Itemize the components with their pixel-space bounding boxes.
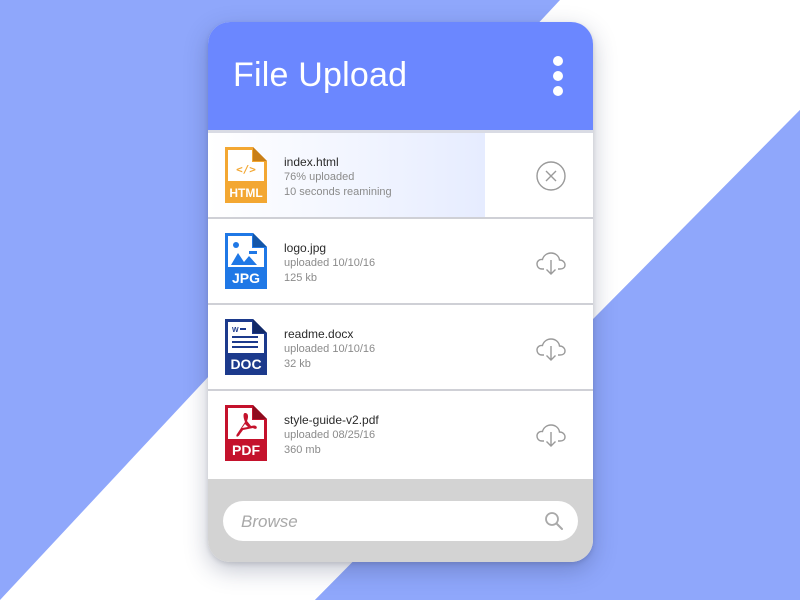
jpg-file-icon: JPG xyxy=(225,233,267,289)
file-detail: 360 mb xyxy=(284,444,321,456)
menu-dot-icon xyxy=(553,56,563,66)
html-file-icon: </> HTML xyxy=(225,147,267,203)
cloud-download-icon[interactable] xyxy=(535,418,567,450)
file-name: logo.jpg xyxy=(284,241,327,255)
file-name: index.html xyxy=(284,155,339,169)
file-detail: 32 kb xyxy=(284,358,311,370)
svg-text:W: W xyxy=(232,327,239,334)
svg-text:JPG: JPG xyxy=(232,270,260,286)
svg-text:DOC: DOC xyxy=(230,356,261,372)
cloud-download-icon[interactable] xyxy=(535,332,567,364)
file-detail: 10 seconds reamining xyxy=(284,186,392,198)
header: File Upload xyxy=(208,22,593,133)
doc-file-icon: W DOC xyxy=(225,319,267,375)
svg-text:</>: </> xyxy=(236,163,256,176)
file-list: </> HTML index.html 76% uploaded 10 seco… xyxy=(208,133,593,475)
list-item-logo-jpg[interactable]: JPG logo.jpg uploaded 10/10/16 125 kb xyxy=(208,219,593,305)
list-item-style-guide-pdf[interactable]: PDF style-guide-v2.pdf uploaded 08/25/16… xyxy=(208,391,593,475)
file-status: uploaded 08/25/16 xyxy=(284,429,376,441)
cancel-icon[interactable] xyxy=(535,160,567,192)
pdf-file-icon: PDF xyxy=(225,405,267,461)
page-title: File Upload xyxy=(233,56,408,94)
cloud-download-icon[interactable] xyxy=(535,246,567,278)
file-detail: 125 kb xyxy=(284,272,318,284)
svg-text:HTML: HTML xyxy=(229,186,262,200)
file-upload-card: File Upload </> HTML index.html 76% uplo… xyxy=(208,22,593,562)
list-item-readme-docx[interactable]: W DOC readme.docx uploaded 10/10/16 32 k… xyxy=(208,305,593,391)
footer xyxy=(208,479,593,562)
file-name: readme.docx xyxy=(284,327,354,341)
list-item-index-html[interactable]: </> HTML index.html 76% uploaded 10 seco… xyxy=(208,133,593,219)
search-icon[interactable] xyxy=(544,511,564,531)
browse-input[interactable] xyxy=(239,501,523,543)
svg-text:PDF: PDF xyxy=(232,442,260,458)
file-status: uploaded 10/10/16 xyxy=(284,343,376,355)
menu-dot-icon xyxy=(553,71,563,81)
file-name: style-guide-v2.pdf xyxy=(284,413,379,427)
more-options-button[interactable] xyxy=(543,56,573,118)
menu-dot-icon xyxy=(553,86,563,96)
file-status: uploaded 10/10/16 xyxy=(284,257,376,269)
search-bar xyxy=(223,501,578,543)
file-status: 76% uploaded xyxy=(284,171,355,183)
